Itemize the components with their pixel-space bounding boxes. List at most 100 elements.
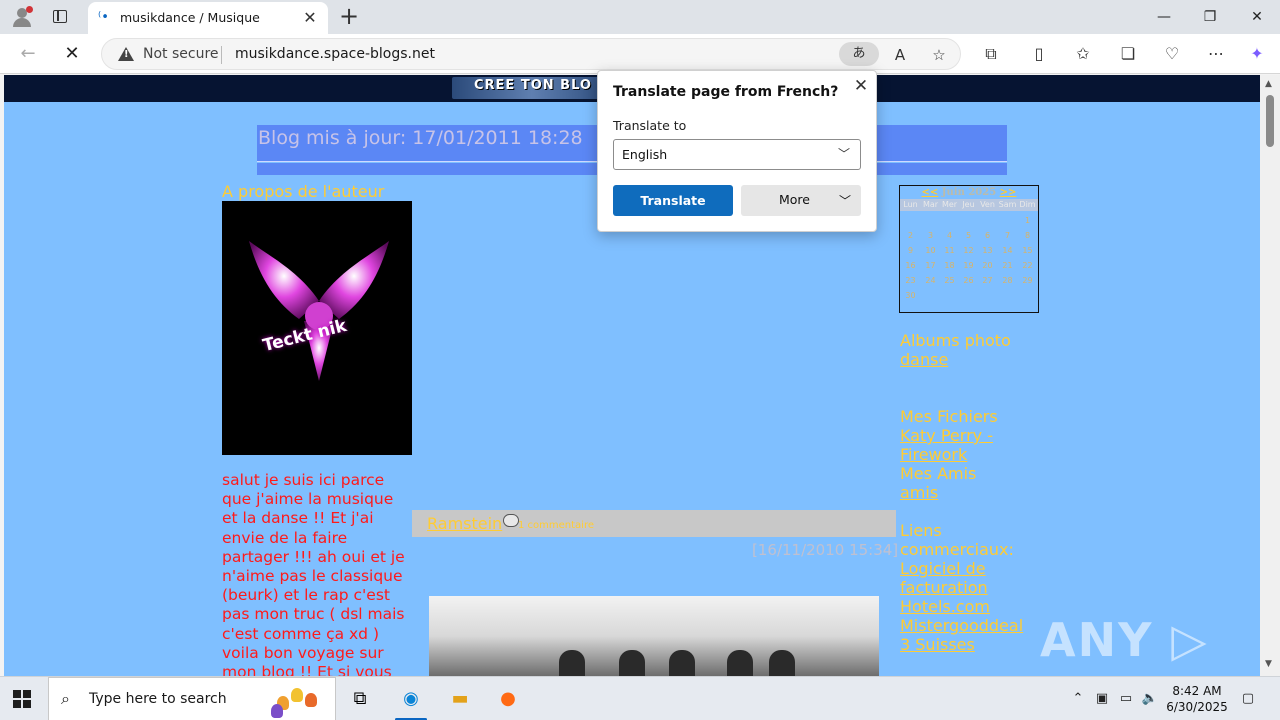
address-bar[interactable]: Not secure musikdance.space-blogs.net あ … bbox=[101, 38, 961, 70]
more-button[interactable]: More ﹀ bbox=[741, 185, 861, 216]
favorite-star-icon[interactable]: ☆ bbox=[927, 43, 951, 67]
calendar-day[interactable]: 22 bbox=[1018, 261, 1037, 270]
settings-more-icon[interactable]: ⋯ bbox=[1203, 42, 1229, 66]
calendar-day-names: Lun Mar Mer Jeu Ven Sam Dim bbox=[900, 199, 1038, 211]
minimize-button[interactable]: — bbox=[1141, 0, 1187, 34]
about-body-text: salut je suis ici parce que j'aime la mu… bbox=[222, 471, 405, 676]
network-icon[interactable]: ▭ bbox=[1116, 689, 1136, 709]
calendar-day[interactable]: 3 bbox=[921, 231, 940, 240]
url-text[interactable]: musikdance.space-blogs.net bbox=[235, 46, 435, 62]
files-link-firework[interactable]: Firework bbox=[900, 445, 967, 464]
calendar-day[interactable]: 9 bbox=[901, 246, 920, 255]
read-aloud-icon[interactable]: A bbox=[888, 43, 912, 67]
meet-icon[interactable]: ▣ bbox=[1092, 689, 1112, 709]
calendar-day[interactable]: 28 bbox=[998, 276, 1017, 285]
file-explorer-icon[interactable]: ▬ bbox=[443, 683, 477, 715]
scroll-down-icon[interactable]: ▼ bbox=[1265, 659, 1272, 669]
firefox-icon[interactable]: ● bbox=[491, 683, 525, 715]
link-hotels[interactable]: Hotels.com bbox=[900, 597, 990, 616]
albums-title: Albums photo bbox=[900, 331, 1011, 350]
new-tab-button[interactable]: + bbox=[338, 4, 360, 28]
calendar-day[interactable]: 25 bbox=[940, 276, 959, 285]
translate-button[interactable]: Translate bbox=[613, 185, 733, 216]
tab-actions-icon[interactable] bbox=[50, 8, 70, 26]
collections-icon[interactable]: ❏ bbox=[1115, 42, 1141, 66]
tray-overflow-icon[interactable]: ⌃ bbox=[1068, 689, 1088, 709]
task-view-icon[interactable]: ⧉ bbox=[343, 683, 377, 715]
post-title-link[interactable]: Ramstein bbox=[427, 514, 502, 533]
split-screen-icon[interactable]: ▯ bbox=[1026, 42, 1052, 66]
close-window-button[interactable]: ✕ bbox=[1234, 0, 1280, 34]
calendar-day[interactable]: 30 bbox=[901, 291, 920, 300]
calendar-day[interactable]: 14 bbox=[998, 246, 1017, 255]
day-name: Lun bbox=[903, 200, 918, 209]
calendar-day[interactable]: 27 bbox=[978, 276, 997, 285]
favorites-icon[interactable]: ✩ bbox=[1070, 42, 1096, 66]
notifications-icon[interactable]: ▢ bbox=[1238, 689, 1258, 709]
day-name: Sam bbox=[998, 200, 1017, 209]
calendar-prev-link[interactable]: << bbox=[922, 187, 939, 198]
calendar-day[interactable]: 16 bbox=[901, 261, 920, 270]
friends-link[interactable]: amis bbox=[900, 483, 938, 502]
links-title-2: commerciaux: bbox=[900, 540, 1014, 559]
stop-loading-icon[interactable]: ✕ bbox=[58, 40, 86, 68]
calendar-day[interactable]: 20 bbox=[978, 261, 997, 270]
warning-icon[interactable] bbox=[118, 47, 134, 61]
calendar-day[interactable]: 1 bbox=[1018, 216, 1037, 225]
edge-taskbar-icon[interactable]: ◉ bbox=[394, 683, 428, 715]
calendar-day[interactable]: 26 bbox=[959, 276, 978, 285]
translate-close-button[interactable]: ✕ bbox=[851, 76, 871, 96]
tab-musikdance[interactable]: ⁽• musikdance / Musique ✕ bbox=[88, 2, 328, 34]
calendar-day[interactable]: 4 bbox=[940, 231, 959, 240]
comment-bubble-icon[interactable] bbox=[503, 514, 519, 527]
selected-language: English bbox=[622, 147, 668, 162]
windows-start-icon[interactable] bbox=[13, 690, 31, 708]
language-select[interactable]: English ﹀ bbox=[613, 139, 861, 170]
calendar-day[interactable]: 24 bbox=[921, 276, 940, 285]
calendar-day[interactable]: 12 bbox=[959, 246, 978, 255]
copilot-icon[interactable]: ✦ bbox=[1244, 42, 1270, 66]
taskbar: ⌕ Type here to search ⧉ ◉ ▬ ● ⌃ ▣ ▭ 🔈 8:… bbox=[0, 676, 1280, 720]
calendar-day[interactable]: 5 bbox=[959, 231, 978, 240]
calendar-day[interactable]: 11 bbox=[940, 246, 959, 255]
link-3-suisses[interactable]: 3 Suisses bbox=[900, 635, 975, 654]
calendar-next-link[interactable]: >> bbox=[1000, 187, 1017, 198]
volume-icon[interactable]: 🔈 bbox=[1140, 689, 1160, 709]
albums-link-danse[interactable]: danse bbox=[900, 350, 948, 369]
page-scrollbar[interactable]: ▲ ▼ bbox=[1260, 75, 1280, 676]
link-logiciel[interactable]: Logiciel de bbox=[900, 559, 986, 578]
tulips-decoration-icon bbox=[267, 684, 333, 718]
link-facturation[interactable]: facturation bbox=[900, 578, 988, 597]
calendar-day[interactable]: 2 bbox=[901, 231, 920, 240]
translate-to-label: Translate to bbox=[613, 118, 687, 133]
separator bbox=[221, 46, 222, 64]
calendar-day[interactable]: 19 bbox=[959, 261, 978, 270]
calendar-day[interactable]: 10 bbox=[921, 246, 940, 255]
calendar-day[interactable]: 13 bbox=[978, 246, 997, 255]
tab-close-button[interactable]: ✕ bbox=[300, 8, 320, 28]
not-secure-label[interactable]: Not secure bbox=[143, 46, 219, 62]
restore-button[interactable]: ❐ bbox=[1187, 0, 1233, 34]
files-link-katy-perry[interactable]: Katy Perry - bbox=[900, 426, 993, 445]
calendar-day[interactable]: 8 bbox=[1018, 231, 1037, 240]
calendar-day[interactable]: 29 bbox=[1018, 276, 1037, 285]
taskbar-search[interactable]: ⌕ Type here to search bbox=[48, 677, 336, 720]
profile-icon[interactable] bbox=[10, 6, 34, 28]
calendar-day[interactable]: 7 bbox=[998, 231, 1017, 240]
banner-text[interactable]: CREE TON BLO bbox=[474, 78, 592, 93]
back-icon[interactable]: ← bbox=[14, 40, 42, 68]
calendar-day[interactable]: 21 bbox=[998, 261, 1017, 270]
scroll-up-icon[interactable]: ▲ bbox=[1265, 79, 1272, 89]
scroll-thumb[interactable] bbox=[1266, 95, 1274, 147]
comment-link[interactable]: 1 commentaire bbox=[518, 520, 594, 531]
translate-icon[interactable]: あ bbox=[839, 42, 879, 66]
calendar-day[interactable]: 15 bbox=[1018, 246, 1037, 255]
link-mistergooddeal[interactable]: Mistergooddeal bbox=[900, 616, 1023, 635]
browser-essentials-icon[interactable]: ♡ bbox=[1159, 42, 1185, 66]
calendar-day[interactable]: 6 bbox=[978, 231, 997, 240]
calendar-day[interactable]: 17 bbox=[921, 261, 940, 270]
clock[interactable]: 8:42 AM 6/30/2025 bbox=[1166, 683, 1228, 715]
extensions-icon[interactable]: ⧉ bbox=[978, 42, 1004, 66]
calendar-day[interactable]: 23 bbox=[901, 276, 920, 285]
calendar-day[interactable]: 18 bbox=[940, 261, 959, 270]
